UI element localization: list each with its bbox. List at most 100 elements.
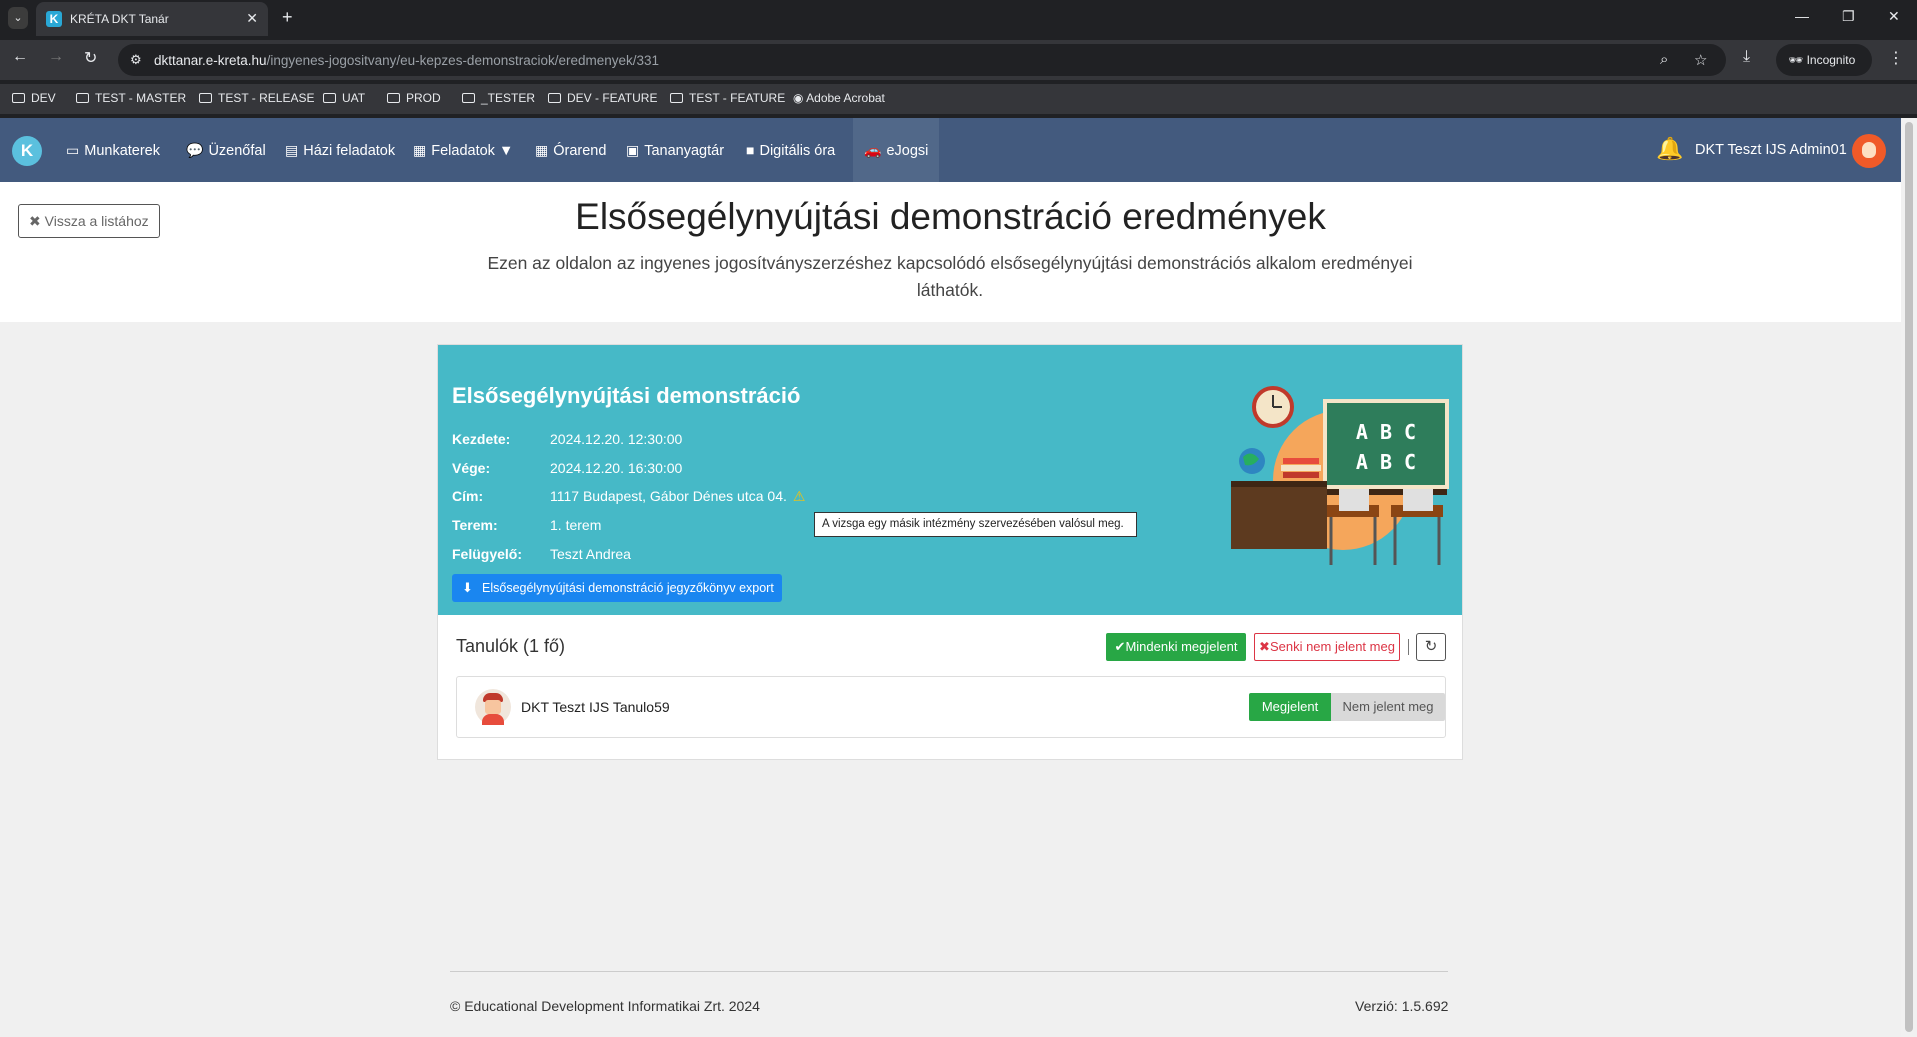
avatar-face	[1862, 142, 1876, 158]
field-label: Vége:	[452, 460, 491, 476]
student-avatar	[475, 689, 511, 725]
laptop-icon: ▭	[66, 142, 80, 158]
browser-tab[interactable]: K KRÉTA DKT Tanár ✕	[36, 2, 268, 36]
tab-close-icon[interactable]: ✕	[246, 10, 258, 27]
footer-copyright: © Educational Development Informatikai Z…	[450, 998, 760, 1014]
bookmark-folder[interactable]: TEST - RELEASE	[199, 91, 314, 105]
check-icon: ✔	[1114, 639, 1126, 654]
folder-icon	[387, 93, 400, 103]
browser-chrome: ⌄ K KRÉTA DKT Tanár ✕ + — ❐ ✕ ← → ↻ ⚙ dk…	[0, 0, 1917, 118]
warning-icon[interactable]: ⚠	[793, 488, 806, 505]
none-present-button[interactable]: ✖Senki nem jelent meg	[1254, 633, 1400, 661]
folder-icon	[323, 93, 336, 103]
bookmark-label: PROD	[406, 91, 441, 105]
tab-search-icon[interactable]: ⌄	[8, 7, 28, 29]
nav-item-uzenofal[interactable]: 💬 Üzenőfal	[186, 118, 266, 182]
browser-menu-icon[interactable]: ⋮	[1888, 48, 1904, 68]
kreta-logo-icon[interactable]: K	[12, 136, 42, 166]
students-title: Tanulók (1 fő)	[456, 636, 566, 656]
absent-button[interactable]: Nem jelent meg	[1331, 693, 1445, 721]
bookmark-label: UAT	[342, 91, 366, 105]
present-button[interactable]: Megjelent	[1249, 693, 1331, 721]
zoom-icon[interactable]: ⌕	[1660, 51, 1668, 68]
calendar-icon: ▦	[535, 142, 549, 158]
incognito-label: Incognito	[1806, 53, 1856, 67]
nav-item-digitalis-ora[interactable]: ■ Digitális óra	[746, 118, 835, 182]
footer-version: Verzió: 1.5.692	[1355, 998, 1449, 1014]
refresh-button[interactable]: ↻	[1416, 633, 1446, 661]
nav-item-orarend[interactable]: ▦ Órarend	[535, 118, 606, 182]
all-present-button[interactable]: ✔Mindenki megjelent	[1106, 633, 1246, 661]
bell-icon[interactable]: 🔔	[1656, 136, 1683, 162]
bookmark-star-icon[interactable]: ☆	[1694, 51, 1707, 69]
board-text-line-1: A B C	[1356, 420, 1416, 444]
warning-tooltip: A vizsga egy másik intézmény szervezéséb…	[814, 512, 1137, 537]
nav-item-tananyagtar[interactable]: ▣ Tananyagtár	[626, 118, 724, 182]
all-present-label: Mindenki megjelent	[1125, 639, 1238, 654]
car-icon: 🚗	[864, 142, 882, 158]
reload-icon[interactable]: ↻	[84, 48, 97, 68]
page-scrollbar[interactable]	[1901, 118, 1917, 1037]
nav-item-hazi-feladatok[interactable]: ▤ Házi feladatok	[285, 118, 395, 182]
start-value: 2024.12.20. 12:30:00	[550, 431, 683, 447]
nav-item-feladatok[interactable]: ▦ Feladatok ▼	[413, 118, 513, 182]
download-icon[interactable]: ⤓	[1743, 48, 1750, 66]
nav-label: Házi feladatok	[303, 143, 396, 159]
nav-label: Tananyagtár	[644, 143, 725, 159]
nav-label: Digitális óra	[759, 143, 836, 159]
page-title: Elsősegélynyújtási demonstráció eredmény…	[575, 196, 1326, 237]
bookmark-folder[interactable]: PROD	[387, 91, 441, 105]
field-label: Terem:	[452, 517, 498, 533]
window-close-icon[interactable]: ✕	[1888, 8, 1900, 25]
bookmark-acrobat[interactable]: ◉ Adobe Acrobat	[793, 91, 885, 105]
nav-label: Üzenőfal	[208, 143, 266, 159]
nav-item-ejogsi[interactable]: 🚗 eJogsi	[853, 118, 940, 182]
bookmark-folder[interactable]: _TESTER	[462, 91, 535, 105]
export-report-button[interactable]: ⬇ Elsősegélynyújtási demonstráció jegyzők…	[452, 574, 782, 602]
card-title: Elsősegélynyújtási demonstráció	[452, 383, 801, 408]
caret-down-icon: ▼	[494, 143, 514, 159]
scrollbar-thumb[interactable]	[1905, 122, 1913, 1032]
bookmark-label: _TESTER	[481, 91, 536, 105]
restore-icon[interactable]: ❐	[1842, 8, 1855, 25]
new-tab-icon[interactable]: +	[282, 7, 293, 28]
address-bar[interactable]: ⚙ dkttanar.e-kreta.hu/ingyenes-jogositva…	[118, 44, 1726, 76]
minimize-icon[interactable]: —	[1795, 8, 1809, 24]
refresh-icon: ↻	[1424, 638, 1438, 655]
page-subtitle: Ezen az oldalon az ingyenes jogosítványs…	[487, 253, 1413, 300]
book-icon: ▣	[626, 142, 640, 158]
bookmark-folder[interactable]: UAT	[323, 91, 365, 105]
folder-icon	[548, 93, 561, 103]
bookmark-folder[interactable]: DEV	[12, 91, 56, 105]
address-value: 1117 Budapest, Gábor Dénes utca 04.	[550, 488, 787, 504]
tab-title: KRÉTA DKT Tanár	[70, 12, 169, 26]
bookmark-folder[interactable]: TEST - MASTER	[76, 91, 186, 105]
bookmark-folder[interactable]: TEST - FEATURE	[670, 91, 785, 105]
bookmark-folder[interactable]: DEV - FEATURE	[548, 91, 657, 105]
folder-icon	[670, 93, 683, 103]
folder-icon	[199, 93, 212, 103]
folder-icon	[76, 93, 89, 103]
bookmark-label: DEV	[31, 91, 56, 105]
folder-icon	[462, 93, 475, 103]
supervisor-value: Teszt Andrea	[550, 546, 631, 562]
incognito-badge[interactable]: 🕶 Incognito	[1776, 44, 1872, 76]
site-info-icon[interactable]: ⚙	[130, 52, 142, 68]
nav-item-munkaterek[interactable]: ▭ Munkaterek	[66, 118, 160, 182]
bookmarks-bar: DEV TEST - MASTER TEST - RELEASE UAT PRO…	[0, 84, 1917, 114]
clipboard-icon: ▦	[413, 142, 427, 158]
user-name[interactable]: DKT Teszt IJS Admin01	[1695, 118, 1847, 182]
user-avatar[interactable]	[1852, 134, 1886, 168]
forward-arrow-icon[interactable]: →	[48, 48, 64, 66]
bookmark-label: TEST - MASTER	[95, 91, 187, 105]
back-arrow-icon[interactable]: ←	[12, 48, 28, 66]
bookmark-label: Adobe Acrobat	[806, 91, 885, 105]
nav-label: Munkaterek	[84, 143, 160, 159]
address-field: 1117 Budapest, Gábor Dénes utca 04. ⚠	[550, 488, 805, 505]
nav-label: Órarend	[553, 143, 607, 159]
footer-divider	[450, 971, 1448, 972]
classroom-illustration: A B C A B C	[1231, 386, 1449, 565]
url-path: /ingyenes-jogositvany/eu-kepzes-demonstr…	[266, 53, 660, 68]
bookmark-label: TEST - RELEASE	[218, 91, 315, 105]
export-label: Elsősegélynyújtási demonstráció jegyzőkö…	[482, 581, 774, 595]
